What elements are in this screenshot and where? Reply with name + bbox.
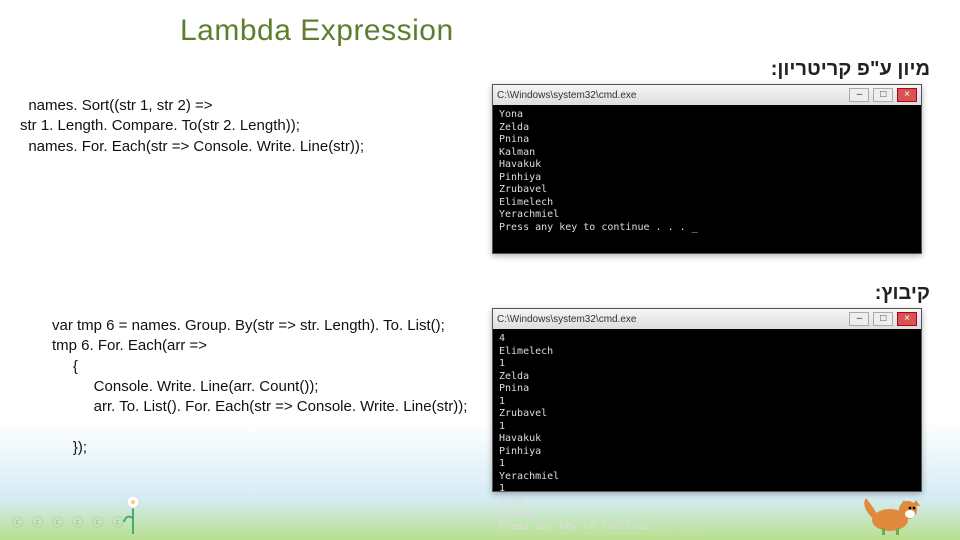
subtitle-sort: מיון ע"פ קריטריון:: [771, 58, 930, 81]
fox-icon: [860, 486, 930, 536]
minimize-button[interactable]: –: [849, 88, 869, 102]
terminal-group: C:\Windows\system32\cmd.exe – □ × 4 Elim…: [492, 308, 922, 492]
subtitle-group: קיבוץ:: [875, 282, 930, 305]
slide-title: Lambda Expression: [180, 14, 454, 48]
terminal-title-text: C:\Windows\system32\cmd.exe: [497, 314, 637, 325]
maximize-button[interactable]: □: [873, 88, 893, 102]
window-buttons: – □ ×: [848, 88, 917, 102]
terminal-output-sort: Yona Zelda Pnina Kalman Havakuk Pinhiya …: [493, 105, 921, 238]
cc-icons: ⓒ ⓒ ⓒ ⓒ ⓒ ⓒ: [12, 514, 126, 530]
terminal-output-group: 4 Elimelech 1 Zelda Pnina 1 Zrubavel 1 H…: [493, 329, 921, 537]
code-block-group: var tmp 6 = names. Group. By(str => str.…: [52, 316, 467, 458]
maximize-button[interactable]: □: [873, 312, 893, 326]
minimize-button[interactable]: –: [849, 312, 869, 326]
terminal-titlebar: C:\Windows\system32\cmd.exe – □ ×: [493, 85, 921, 105]
terminal-title-text: C:\Windows\system32\cmd.exe: [497, 90, 637, 101]
close-button[interactable]: ×: [897, 88, 917, 102]
close-button[interactable]: ×: [897, 312, 917, 326]
terminal-titlebar: C:\Windows\system32\cmd.exe – □ ×: [493, 309, 921, 329]
terminal-sort: C:\Windows\system32\cmd.exe – □ × Yona Z…: [492, 84, 922, 254]
code-block-sort: names. Sort((str 1, str 2) => str 1. Len…: [20, 96, 364, 157]
slide: Lambda Expression מיון ע"פ קריטריון: nam…: [0, 0, 960, 540]
window-buttons: – □ ×: [848, 312, 917, 326]
